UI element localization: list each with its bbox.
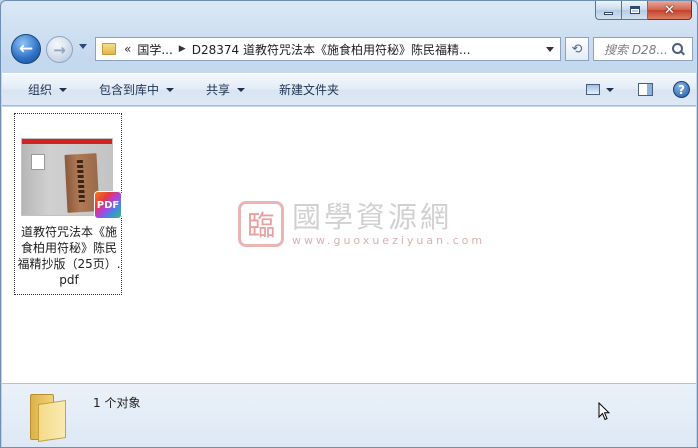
watermark-url: www.guoxueziyuan.com	[292, 233, 486, 247]
search-icon[interactable]	[672, 42, 685, 56]
explorer-window: ✕ ← → « 国学... ▶ D28374 道教符咒法本《施食柏用符秘》陈民福…	[0, 0, 698, 448]
folder-icon	[30, 392, 66, 442]
caption-buttons: ✕	[595, 1, 692, 21]
file-name-label[interactable]: 道教符咒法本《施食柏用符秘》陈民福精抄版（25页）.pdf	[17, 224, 121, 288]
forward-button[interactable]: →	[46, 36, 73, 63]
forward-arrow-icon: →	[53, 40, 66, 59]
search-box[interactable]: 搜索 D28...	[593, 37, 693, 61]
breadcrumb-overflow[interactable]: «	[124, 42, 131, 56]
watermark-text: 國學資源網 www.guoxueziyuan.com	[292, 202, 485, 247]
chevron-down-icon	[166, 87, 175, 92]
seal-logo-icon: 臨	[238, 201, 284, 247]
pdf-file-icon: PDF	[95, 192, 121, 218]
maximize-icon	[629, 6, 640, 14]
help-icon[interactable]: ?	[673, 81, 690, 98]
navigation-bar: ← → « 国学... ▶ D28374 道教符咒法本《施食柏用符秘》陈民福精.…	[9, 31, 693, 67]
organize-label: 组织	[28, 83, 53, 97]
new-folder-label: 新建文件夹	[279, 83, 340, 97]
change-view-icon[interactable]	[586, 84, 600, 95]
breadcrumb-segment[interactable]: 国学...	[137, 41, 172, 58]
watermark-logo: 臨 國學資源網 www.guoxueziyuan.com	[238, 201, 485, 247]
command-bar: 组织 包含到库中 共享 新建文件夹 ?	[2, 73, 696, 106]
pdf-thumbnail-tag: PDF	[63, 133, 75, 140]
chevron-down-icon	[59, 87, 68, 92]
view-options-dropdown[interactable]	[606, 87, 614, 92]
recent-pages-dropdown[interactable]	[79, 44, 87, 49]
chevron-down-icon	[237, 87, 246, 92]
close-button[interactable]: ✕	[648, 1, 692, 20]
folder-icon	[102, 43, 116, 55]
file-list-area[interactable]: PDF PDF 道教符咒法本《施食柏用符秘》陈民福精抄版（25页）.pdf 臨 …	[2, 107, 696, 383]
address-bar[interactable]: « 国学... ▶ D28374 道教符咒法本《施食柏用符秘》陈民福精...	[95, 37, 561, 61]
details-pane: 1 个对象	[2, 383, 696, 447]
back-button[interactable]: ←	[11, 34, 41, 64]
search-input[interactable]: 搜索 D28...	[594, 41, 672, 58]
share-button[interactable]: 共享	[188, 74, 259, 105]
close-icon: ✕	[664, 2, 675, 18]
thumbnail-label-patch	[31, 154, 45, 170]
refresh-button[interactable]: ⟲	[565, 37, 589, 61]
back-arrow-icon: ←	[18, 39, 34, 59]
maximize-button[interactable]	[622, 1, 648, 20]
watermark-title: 國學資源網	[292, 199, 453, 234]
include-library-label: 包含到库中	[99, 83, 160, 97]
include-library-button[interactable]: 包含到库中	[81, 74, 188, 105]
minimize-icon	[604, 11, 613, 15]
preview-pane-icon[interactable]	[638, 83, 653, 96]
object-count: 1 个对象	[93, 396, 141, 410]
chevron-right-icon[interactable]: ▶	[179, 44, 186, 54]
minimize-button[interactable]	[595, 1, 622, 20]
breadcrumb-segment[interactable]: D28374 道教符咒法本《施食柏用符秘》陈民福精...	[192, 41, 471, 58]
organize-menu-button[interactable]: 组织	[2, 74, 81, 105]
file-item-pdf[interactable]: PDF PDF 道教符咒法本《施食柏用符秘》陈民福精抄版（25页）.pdf	[14, 113, 122, 295]
share-label: 共享	[206, 83, 231, 97]
address-dropdown-button[interactable]	[546, 47, 554, 52]
view-controls: ?	[586, 74, 690, 105]
refresh-icon: ⟲	[571, 41, 583, 57]
new-folder-button[interactable]: 新建文件夹	[259, 74, 353, 105]
